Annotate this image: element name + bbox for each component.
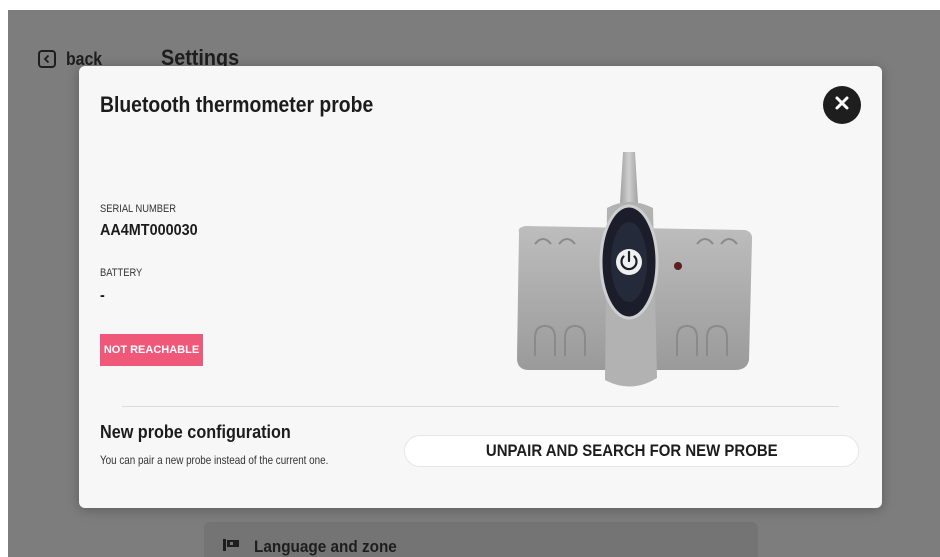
probe-modal: Bluetooth thermometer probe SERIAL NUMBE… bbox=[79, 66, 882, 508]
settings-item-label: Language and zone bbox=[254, 537, 397, 556]
close-button[interactable] bbox=[823, 86, 861, 124]
status-badge: NOT REACHABLE bbox=[100, 334, 203, 366]
serial-number-value: AA4MT000030 bbox=[100, 222, 198, 239]
top-bar: back Settings bbox=[8, 10, 940, 70]
modal-title: Bluetooth thermometer probe bbox=[100, 92, 374, 117]
chevron-left-icon bbox=[38, 50, 56, 68]
new-probe-config-description: You can pair a new probe instead of the … bbox=[100, 453, 329, 467]
language-flag-icon bbox=[222, 538, 242, 557]
unpair-search-label: UNPAIR AND SEARCH FOR NEW PROBE bbox=[485, 441, 778, 460]
battery-label: BATTERY bbox=[100, 267, 143, 279]
section-divider bbox=[122, 406, 839, 407]
close-icon bbox=[834, 95, 850, 116]
probe-device-image bbox=[507, 148, 755, 396]
serial-number-label: SERIAL NUMBER bbox=[100, 203, 177, 215]
unpair-search-button[interactable]: UNPAIR AND SEARCH FOR NEW PROBE bbox=[404, 435, 859, 467]
new-probe-config-title: New probe configuration bbox=[100, 422, 291, 442]
settings-item-language-zone[interactable]: Language and zone bbox=[222, 537, 413, 557]
battery-value: - bbox=[100, 287, 105, 304]
